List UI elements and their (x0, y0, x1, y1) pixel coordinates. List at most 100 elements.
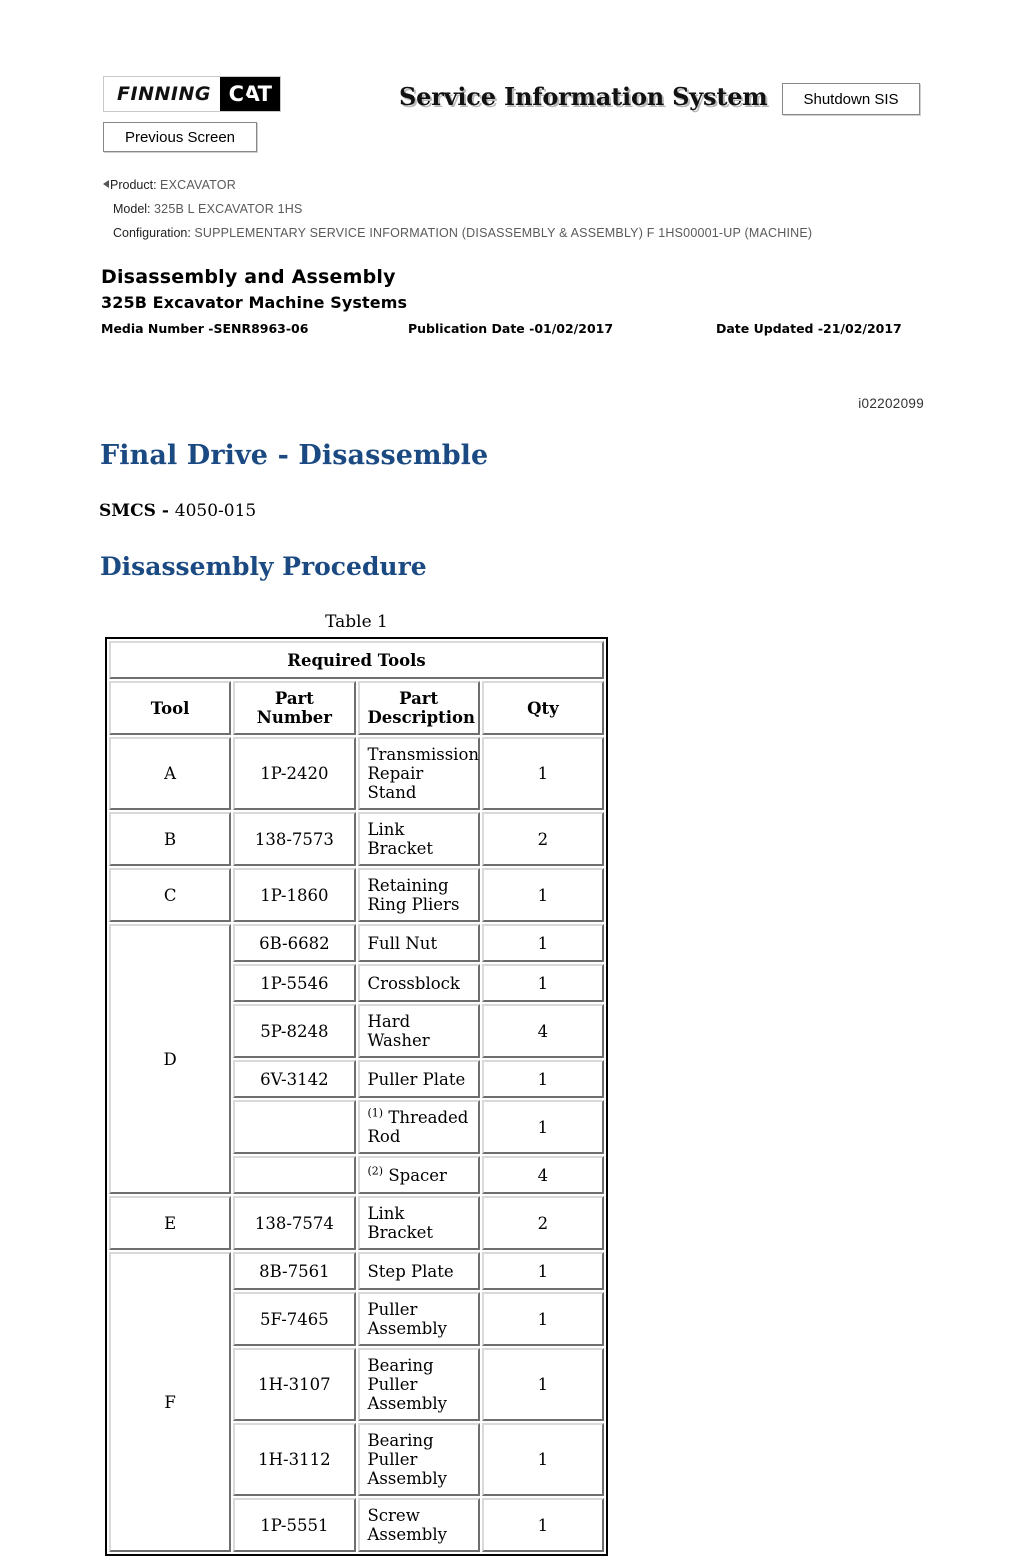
cell-qty: 2 (481, 1196, 604, 1250)
cell-part-number: 1P-1860 (233, 868, 356, 922)
cell-part-description: Puller Plate (357, 1060, 480, 1098)
cell-part-description: Retaining Ring Pliers (357, 868, 480, 922)
cell-qty: 1 (481, 964, 604, 1002)
cell-tool: F (109, 1252, 232, 1552)
cell-qty: 1 (481, 1498, 604, 1552)
cell-part-number: 6V-3142 (233, 1060, 356, 1098)
table-row: C 1P-1860 Retaining Ring Pliers 1 (109, 868, 604, 922)
publication-date: Publication Date -01/02/2017 (408, 321, 614, 336)
previous-screen-button[interactable]: Previous Screen (103, 122, 257, 152)
media-number: Media Number -SENR8963-06 (101, 321, 309, 336)
cell-qty: 1 (481, 737, 604, 810)
cell-qty: 1 (481, 1423, 604, 1496)
cell-part-number: 6B-6682 (233, 924, 356, 962)
cell-tool: E (109, 1196, 232, 1250)
column-header-part-description: Part Description (357, 681, 480, 735)
cell-qty: 1 (481, 924, 604, 962)
table-row: D 6B-6682 Full Nut 1 (109, 924, 604, 1194)
page-title: Final Drive - Disassemble (100, 440, 489, 471)
page-header: FINNING CAT Service Information System S… (0, 0, 1024, 160)
app-title: Service Information System (399, 82, 768, 111)
date-updated: Date Updated -21/02/2017 (716, 321, 902, 336)
cell-tool: C (109, 868, 232, 922)
configuration-line: Configuration: SUPPLEMENTARY SERVICE INF… (103, 226, 963, 241)
cat-triangle-icon (239, 95, 253, 104)
smcs-label: SMCS - (99, 501, 175, 521)
cell-qty: 2 (481, 812, 604, 866)
cell-part-description: Bearing Puller Assembly (357, 1348, 480, 1421)
cell-part-description: (1) Threaded Rod (357, 1100, 480, 1154)
finning-wordmark: FINNING (117, 83, 211, 105)
section-heading-disassembly-procedure: Disassembly Procedure (100, 552, 427, 581)
model-line: Model: 325B L EXCAVATOR 1HS (103, 202, 963, 217)
cell-part-description: Link Bracket (357, 812, 480, 866)
column-header-tool: Tool (109, 681, 232, 735)
table-row: E 138-7574 Link Bracket 2 (109, 1196, 604, 1250)
document-id: i02202099 (858, 396, 924, 411)
table-header-row: Tool Part Number Part Description Qty (109, 681, 604, 735)
document-subtitle: 325B Excavator Machine Systems (101, 293, 408, 312)
table-row: F 8B-7561 Step Plate 1 (109, 1252, 604, 1552)
table-title-row: Required Tools (109, 641, 604, 679)
cell-part-description: Puller Assembly (357, 1292, 480, 1346)
model-label: Model: (113, 202, 151, 216)
table-title: Required Tools (109, 641, 604, 679)
cell-part-description: Link Bracket (357, 1196, 480, 1250)
cell-part-description: Bearing Puller Assembly (357, 1423, 480, 1496)
cell-qty: 4 (481, 1004, 604, 1058)
cell-qty: 1 (481, 1060, 604, 1098)
footnote-marker: (2) (367, 1164, 384, 1177)
product-value: EXCAVATOR (160, 178, 236, 192)
breadcrumb: Product: EXCAVATOR Model: 325B L EXCAVAT… (103, 178, 963, 250)
cell-part-number (233, 1156, 356, 1194)
document-title: Disassembly and Assembly (101, 266, 396, 288)
required-tools-table: Required Tools Tool Part Number Part Des… (105, 637, 608, 1556)
configuration-label: Configuration: (113, 226, 191, 240)
cell-part-number: 8B-7561 (233, 1252, 356, 1290)
table-row: A 1P-2420 Transmission Repair Stand 1 (109, 737, 604, 810)
cell-qty: 1 (481, 868, 604, 922)
cell-part-description: Full Nut (357, 924, 480, 962)
cell-part-number: 1P-5551 (233, 1498, 356, 1552)
product-line: Product: EXCAVATOR (103, 178, 963, 193)
cell-tool: D (109, 924, 232, 1194)
column-header-qty: Qty (481, 681, 604, 735)
smcs-line: SMCS - 4050-015 (99, 501, 256, 521)
cell-part-number: 138-7574 (233, 1196, 356, 1250)
document-header: Disassembly and Assembly 325B Excavator … (101, 266, 961, 339)
cell-part-description: Crossblock (357, 964, 480, 1002)
cell-qty: 1 (481, 1100, 604, 1154)
cell-tool: B (109, 812, 232, 866)
product-label: Product: (110, 178, 157, 192)
finning-cat-logo: FINNING CAT (103, 76, 281, 112)
cell-qty: 1 (481, 1252, 604, 1290)
table-caption: Table 1 (325, 612, 388, 632)
table-body: A 1P-2420 Transmission Repair Stand 1 B 138-7… (109, 737, 604, 1552)
cell-part-number (233, 1100, 356, 1154)
configuration-value: SUPPLEMENTARY SERVICE INFORMATION (DISAS… (194, 226, 813, 240)
column-header-part-number: Part Number (233, 681, 356, 735)
cell-tool: A (109, 737, 232, 810)
cell-part-number: 1P-5546 (233, 964, 356, 1002)
cell-part-description: Step Plate (357, 1252, 480, 1290)
model-value: 325B L EXCAVATOR 1HS (154, 202, 303, 216)
cell-part-number: 5F-7465 (233, 1292, 356, 1346)
cell-qty: 4 (481, 1156, 604, 1194)
cell-part-number: 1H-3107 (233, 1348, 356, 1421)
cell-qty: 1 (481, 1292, 604, 1346)
shutdown-sis-button[interactable]: Shutdown SIS (782, 83, 920, 115)
cell-part-description: Screw Assembly (357, 1498, 480, 1552)
smcs-value: 4050-015 (174, 501, 257, 521)
cell-part-number: 1P-2420 (233, 737, 356, 810)
cell-qty: 1 (481, 1348, 604, 1421)
cell-part-number: 138-7573 (233, 812, 356, 866)
cell-part-description: (2) Spacer (357, 1156, 480, 1194)
back-arrow-icon[interactable] (103, 180, 109, 188)
cell-part-number: 1H-3112 (233, 1423, 356, 1496)
cell-part-description: Hard Washer (357, 1004, 480, 1058)
cell-part-number: 5P-8248 (233, 1004, 356, 1058)
table-head: Required Tools Tool Part Number Part Des… (109, 641, 604, 735)
cat-wordmark: CAT (220, 77, 280, 111)
cell-part-description: Transmission Repair Stand (357, 737, 480, 810)
table-row: B 138-7573 Link Bracket 2 (109, 812, 604, 866)
